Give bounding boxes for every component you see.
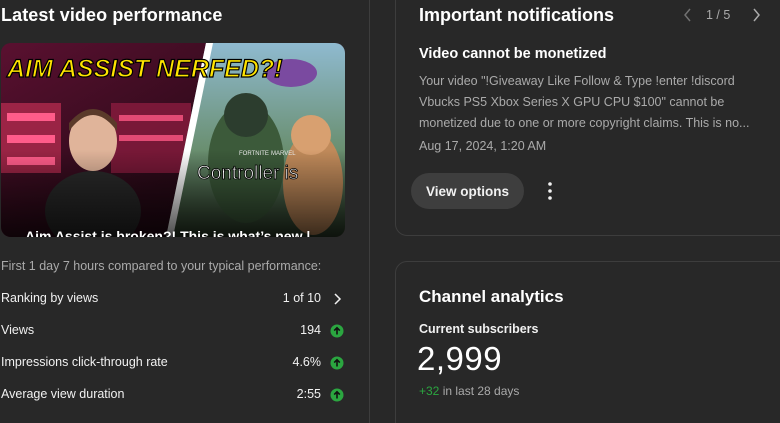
thumbnail-caption-small2: MARVEL — [271, 151, 296, 157]
up-arrow-circle-icon — [330, 356, 344, 370]
notification-headline: Video cannot be monetized — [419, 46, 607, 62]
chevron-right-icon[interactable] — [330, 292, 344, 306]
chevron-right-icon[interactable] — [748, 6, 764, 24]
metric-label: Average view duration — [1, 387, 125, 401]
view-options-button[interactable]: View options — [411, 173, 524, 209]
chevron-left-icon[interactable] — [680, 6, 696, 24]
thumbnail-caption-small1: FORTNITE — [239, 151, 269, 157]
column-divider — [369, 0, 370, 423]
subscriber-count: 2,999 — [417, 340, 503, 377]
notification-body: Your video "!Giveaway Like Follow & Type… — [419, 74, 750, 130]
channel-analytics-title: Channel analytics — [419, 287, 564, 306]
comparison-caption: First 1 day 7 hours compared to your typ… — [1, 259, 322, 273]
metric-label: Views — [1, 323, 35, 337]
up-arrow-circle-icon — [330, 324, 344, 338]
metric-value: 194 — [300, 323, 321, 337]
video-title[interactable]: Aim Assist is broken?! This is what’s ne… — [25, 224, 335, 237]
up-arrow-circle-icon — [330, 388, 344, 402]
latest-video-performance-panel: Latest video performance AIM ASSIST NERF… — [0, 0, 368, 423]
metric-row-ranking[interactable]: Ranking by views 1 of 10 — [1, 289, 347, 309]
subscriber-delta-suffix: in last 28 days — [439, 384, 520, 398]
panel-title: Latest video performance — [1, 5, 223, 25]
subscriber-delta: +32 in last 28 days — [419, 384, 519, 398]
subscriber-delta-value: +32 — [419, 384, 440, 398]
metric-row-ctr: Impressions click-through rate 4.6% — [1, 353, 347, 373]
video-thumbnail[interactable]: AIM ASSIST NERFED?! FORTNITE MARVEL Cont… — [1, 43, 345, 237]
thumbnail-artwork: AIM ASSIST NERFED?! FORTNITE MARVEL Cont… — [1, 43, 345, 237]
pager-indicator: 1 / 5 — [706, 8, 731, 22]
notifications-title: Important notifications — [419, 5, 614, 25]
thumbnail-caption-top: AIM ASSIST NERFED?! — [6, 55, 282, 83]
more-vert-icon[interactable] — [539, 179, 561, 203]
metric-value: 1 of 10 — [282, 291, 321, 305]
metric-row-views: Views 194 — [1, 321, 347, 341]
metric-label: Ranking by views — [1, 291, 99, 305]
metric-row-avg-view-duration: Average view duration 2:55 — [1, 385, 347, 405]
current-subscribers-label: Current subscribers — [419, 322, 539, 336]
metric-value: 4.6% — [292, 355, 322, 369]
metric-label: Impressions click-through rate — [1, 355, 168, 369]
notification-timestamp: Aug 17, 2024, 1:20 AM — [419, 139, 547, 153]
thumbnail-caption-bottom: Controller is — [197, 163, 298, 184]
metric-value: 2:55 — [296, 387, 321, 401]
